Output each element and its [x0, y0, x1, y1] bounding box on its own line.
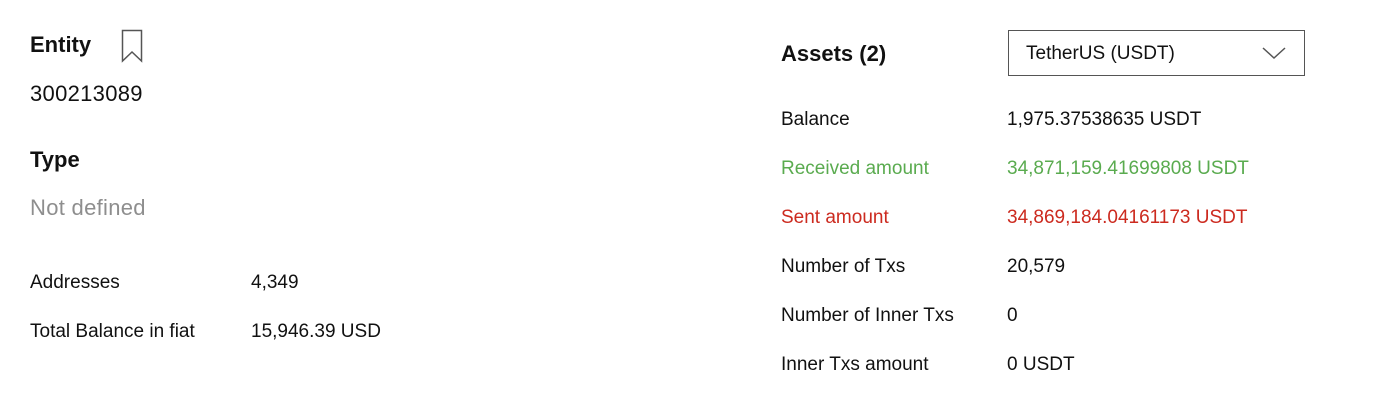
- asset-select-value: TetherUS (USDT): [1026, 43, 1175, 64]
- addresses-value: 4,349: [251, 272, 299, 293]
- number-of-txs-label: Number of Txs: [781, 256, 906, 277]
- chevron-down-icon: [1262, 47, 1286, 60]
- inner-txs-amount-value: 0 USDT: [1007, 354, 1075, 375]
- number-of-txs-value: 20,579: [1007, 256, 1066, 277]
- entity-id-value: 300213089: [30, 81, 143, 106]
- number-of-inner-txs-label: Number of Inner Txs: [781, 305, 954, 326]
- bookmark-icon[interactable]: [121, 29, 143, 63]
- received-amount-label: Received amount: [781, 158, 929, 179]
- number-of-inner-txs-value: 0: [1007, 305, 1018, 326]
- total-balance-label: Total Balance in fiat: [30, 321, 195, 342]
- addresses-label: Addresses: [30, 272, 120, 293]
- balance-value: 1,975.37538635 USDT: [1007, 109, 1202, 130]
- type-value: Not defined: [30, 195, 146, 220]
- sent-amount-label: Sent amount: [781, 207, 889, 228]
- received-amount-value: 34,871,159.41699808 USDT: [1007, 158, 1249, 179]
- assets-heading: Assets (2): [781, 41, 887, 66]
- balance-label: Balance: [781, 109, 850, 130]
- entity-heading: Entity: [30, 32, 92, 57]
- total-balance-value: 15,946.39 USD: [251, 321, 381, 342]
- inner-txs-amount-label: Inner Txs amount: [781, 354, 929, 375]
- asset-select[interactable]: TetherUS (USDT): [1008, 30, 1305, 76]
- type-heading: Type: [30, 147, 80, 172]
- sent-amount-value: 34,869,184.04161173 USDT: [1007, 207, 1248, 228]
